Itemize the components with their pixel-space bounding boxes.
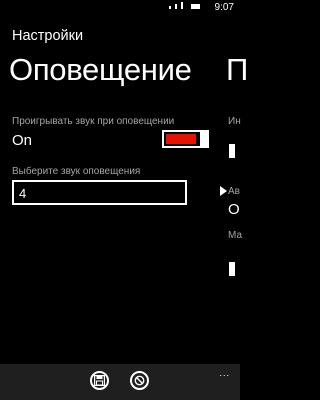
- app-title: Настройки: [12, 28, 84, 44]
- play-sound-state: On: [12, 132, 33, 149]
- save-button[interactable]: [90, 371, 109, 390]
- battery-icon: [191, 4, 200, 9]
- status-bar: 9:07: [0, 0, 240, 14]
- toggle-thumb[interactable]: [200, 130, 209, 148]
- peek-slider-2[interactable]: [229, 262, 235, 276]
- peek-label-2: Ав: [228, 186, 240, 197]
- signal-icon-bar3: [181, 2, 183, 9]
- play-sound-label: Проигрывать звук при оповещении: [12, 116, 175, 127]
- choose-sound-label: Выберите звук оповещения: [12, 166, 141, 177]
- sound-select[interactable]: 4: [12, 180, 187, 205]
- cancel-button[interactable]: [130, 371, 149, 390]
- pivot-header-current[interactable]: Оповещение: [9, 52, 192, 88]
- play-icon[interactable]: [220, 186, 227, 196]
- clock: 9:07: [214, 2, 234, 13]
- pivot-header-next[interactable]: П: [226, 52, 248, 88]
- signal-icon-bar2: [175, 4, 177, 9]
- status-icons: [169, 2, 200, 9]
- application-bar: ...: [0, 364, 240, 400]
- peek-slider-1[interactable]: [229, 144, 235, 158]
- cancel-icon: [134, 375, 145, 386]
- peek-label-3: Ма: [228, 230, 243, 241]
- more-options-button[interactable]: ...: [219, 368, 230, 378]
- play-sound-toggle[interactable]: [162, 130, 209, 148]
- peek-label-1: Ин: [228, 116, 241, 127]
- peek-value-2: О: [228, 201, 240, 218]
- sound-select-value: 4: [19, 186, 27, 201]
- signal-icon: [169, 6, 171, 9]
- save-icon: [94, 375, 105, 386]
- toggle-fill: [166, 134, 196, 144]
